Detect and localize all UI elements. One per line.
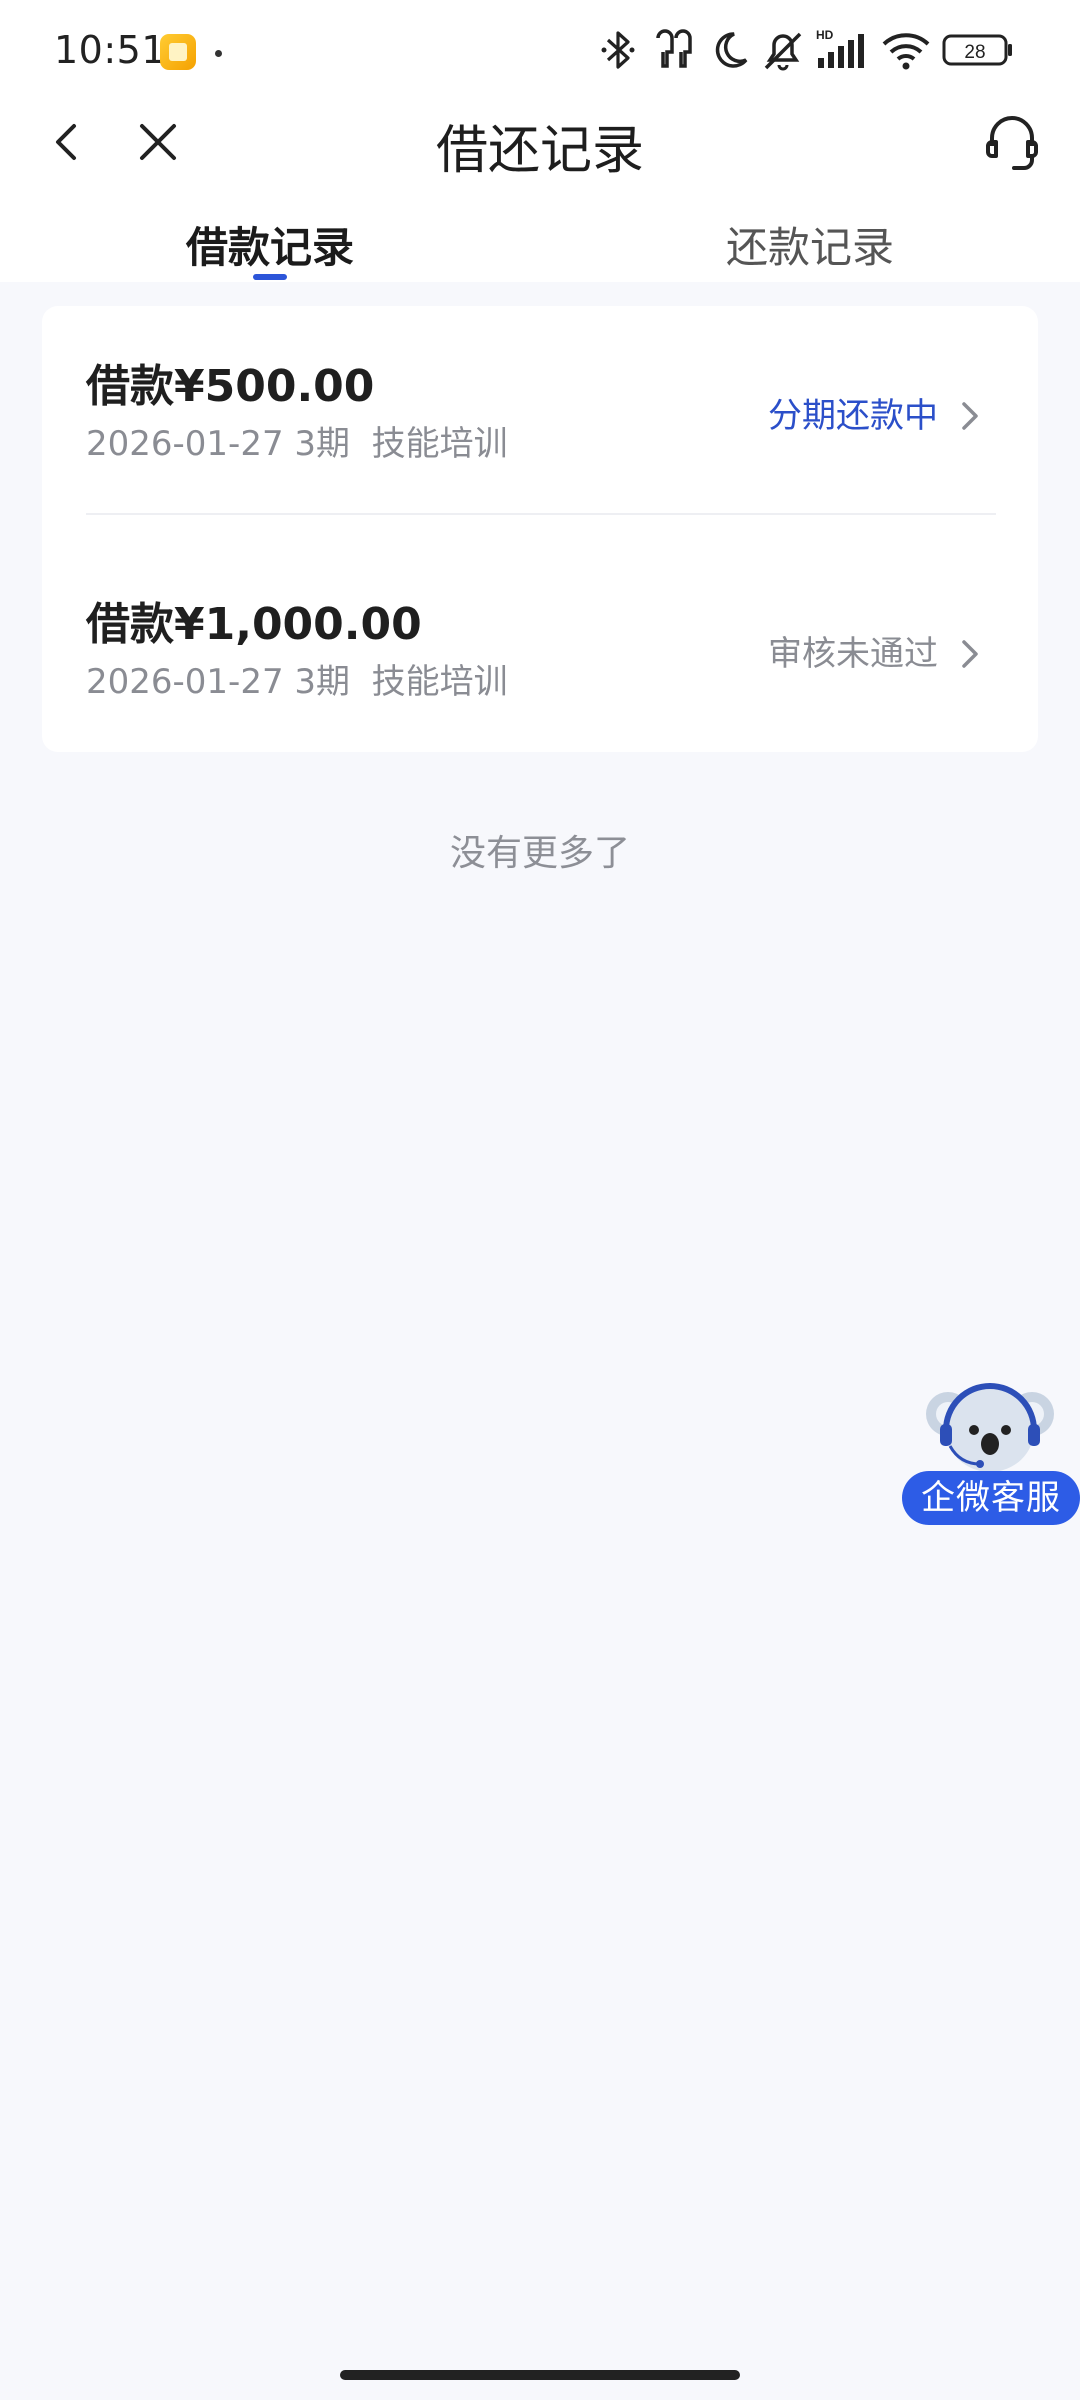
loan-meta: 2026-01-27 3期 技能培训 bbox=[86, 662, 508, 702]
loan-amount: 借款¥500.00 bbox=[86, 361, 375, 412]
wecom-service-label: 企微客服 bbox=[902, 1471, 1080, 1525]
tab-borrow-records[interactable]: 借款记录 bbox=[90, 214, 450, 275]
records-list: 借款¥500.00 2026-01-27 3期 技能培训 分期还款中 借款¥1,… bbox=[42, 306, 1038, 752]
home-indicator[interactable] bbox=[340, 2370, 740, 2380]
notification-dot-icon bbox=[215, 50, 222, 57]
list-end-text: 没有更多了 bbox=[449, 833, 630, 874]
list-item[interactable]: 借款¥500.00 2026-01-27 3期 技能培训 分期还款中 bbox=[42, 306, 1038, 528]
loan-meta: 2026-01-27 3期 技能培训 bbox=[86, 424, 508, 464]
status-badge: 分期还款中 bbox=[768, 396, 938, 436]
status-icons: HD 28 bbox=[600, 28, 1020, 74]
chevron-right-icon bbox=[962, 402, 978, 430]
status-bar: 10:51 HD 28 bbox=[0, 0, 1080, 100]
wifi-icon bbox=[882, 33, 930, 70]
network-label: HD bbox=[816, 28, 834, 42]
battery-level: 28 bbox=[964, 42, 985, 63]
status-badge: 审核未通过 bbox=[768, 634, 938, 674]
notes-app-icon bbox=[160, 34, 196, 70]
active-tab-indicator bbox=[253, 274, 287, 280]
moon-icon bbox=[715, 32, 748, 68]
chevron-right-icon bbox=[962, 640, 978, 668]
list-item[interactable]: 借款¥1,000.00 2026-01-27 3期 技能培训 审核未通过 bbox=[42, 544, 1038, 766]
signal-icon: HD bbox=[816, 28, 864, 68]
divider bbox=[86, 513, 996, 515]
loan-amount: 借款¥1,000.00 bbox=[86, 599, 422, 650]
earbuds-icon bbox=[656, 29, 692, 68]
record-tabs: 借款记录 还款记录 bbox=[0, 184, 1080, 282]
wecom-service-button[interactable]: 企微客服 bbox=[900, 1378, 1080, 1528]
koala-mascot-icon bbox=[926, 1383, 1054, 1472]
page-title: 借还记录 bbox=[435, 121, 644, 181]
status-time: 10:51 bbox=[54, 28, 167, 72]
loan-records-page: 10:51 HD 28 借还记录 借款记录 还款记录 借款¥500.00 202… bbox=[0, 0, 1080, 2400]
mute-bell-icon bbox=[764, 32, 802, 71]
battery-icon: 28 bbox=[942, 34, 1012, 66]
tab-repay-records[interactable]: 还款记录 bbox=[630, 214, 990, 275]
headset-icon[interactable] bbox=[982, 110, 1042, 174]
bluetooth-icon bbox=[601, 31, 635, 69]
nav-bar: 借还记录 bbox=[0, 100, 1080, 184]
